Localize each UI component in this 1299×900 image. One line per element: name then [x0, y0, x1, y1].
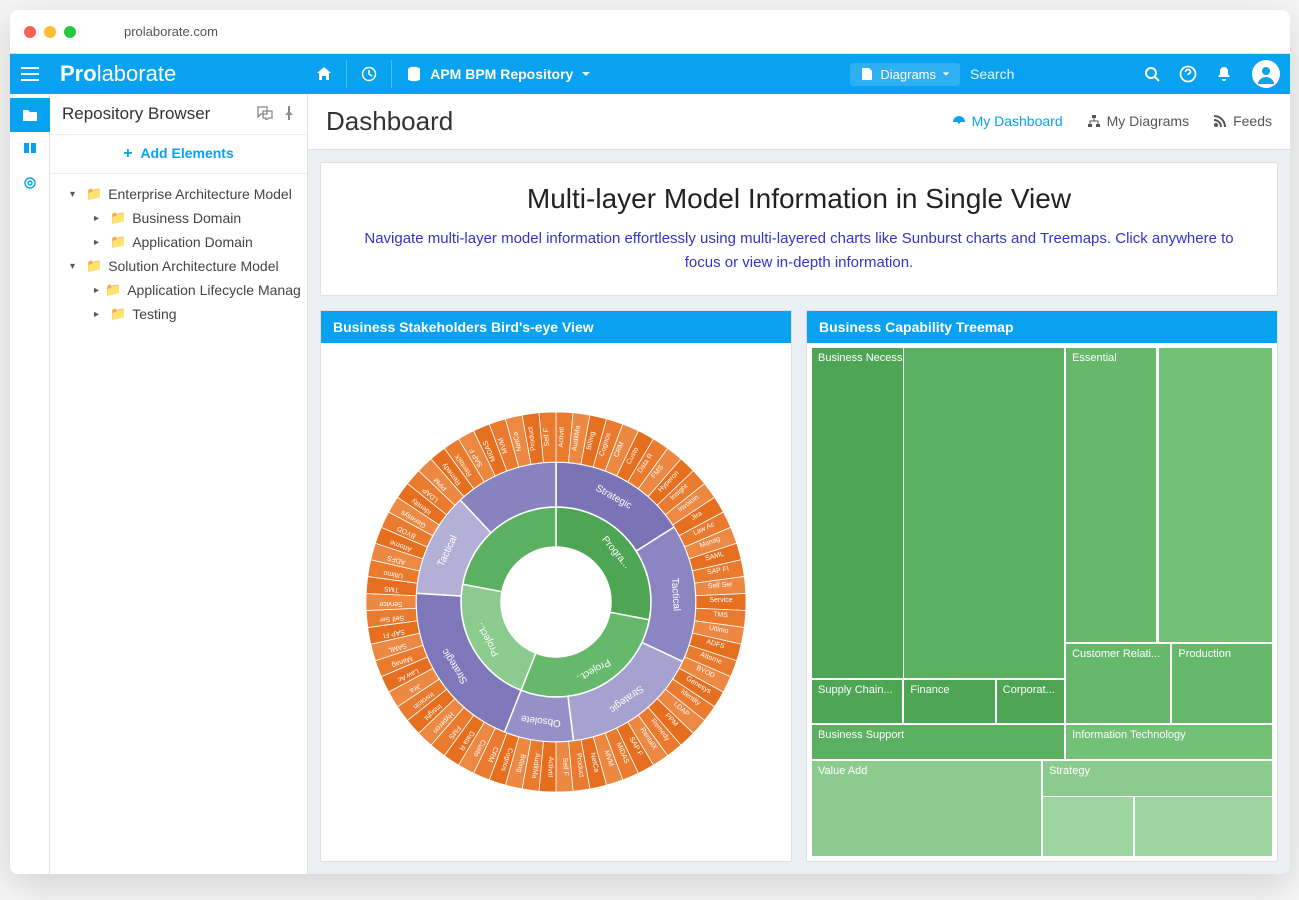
sunburst-panel: Business Stakeholders Bird's-eye View Pr…	[320, 310, 792, 862]
repository-tree: ▾📁Enterprise Architecture Model▸📁Busines…	[50, 174, 307, 334]
treemap-chart[interactable]: Business NecessitySupply Chain...Finance…	[811, 347, 1273, 857]
rail-folder-icon[interactable]	[10, 98, 50, 132]
address-bar[interactable]: prolaborate.com	[124, 24, 1276, 39]
chevron-down-icon	[942, 70, 950, 78]
tree-item[interactable]: ▾📁Solution Architecture Model	[58, 254, 299, 278]
treemap-cell[interactable]: Supply Chain...	[811, 679, 903, 725]
treemap-cell[interactable]	[1134, 796, 1273, 857]
search-input[interactable]	[970, 66, 1110, 82]
treemap-cell[interactable]: Essential	[1065, 347, 1157, 643]
dashboard-tabs: My Dashboard My Diagrams Feeds	[952, 113, 1272, 131]
rail-book-icon[interactable]	[10, 132, 50, 166]
clock-icon[interactable]	[351, 54, 387, 94]
repository-selector[interactable]: APM BPM Repository	[396, 66, 601, 82]
treemap-cell[interactable]: Information Technology	[1065, 724, 1273, 760]
repository-name: APM BPM Repository	[430, 66, 573, 82]
treemap-cell[interactable]	[1042, 796, 1134, 857]
treemap-cell[interactable]: Customer Relati...	[1065, 643, 1171, 725]
sidebar: Repository Browser + Add Elements ▾📁Ente…	[50, 94, 308, 874]
top-nav: Prolaborate APM BPM Repository Diagrams	[10, 54, 1290, 94]
treemap-cell[interactable]	[1158, 347, 1274, 643]
user-avatar[interactable]	[1252, 60, 1280, 88]
min-dot[interactable]	[44, 26, 56, 38]
treemap-cell[interactable]: Finance	[903, 679, 995, 725]
sidebar-title: Repository Browser	[62, 104, 210, 124]
treemap-cell[interactable]: Corporat...	[996, 679, 1065, 725]
max-dot[interactable]	[64, 26, 76, 38]
traffic-lights	[24, 26, 76, 38]
tree-item[interactable]: ▸📁Business Domain	[58, 206, 299, 230]
file-icon	[860, 67, 874, 81]
treemap-cell[interactable]: Production	[1171, 643, 1273, 725]
brand-logo[interactable]: Prolaborate	[50, 61, 186, 87]
home-icon[interactable]	[306, 54, 342, 94]
hero-banner: Multi-layer Model Information in Single …	[320, 162, 1278, 296]
rail-target-icon[interactable]	[10, 166, 50, 200]
treemap-panel: Business Capability Treemap Business Nec…	[806, 310, 1278, 862]
tab-my-diagrams[interactable]: My Diagrams	[1087, 113, 1189, 131]
menu-icon[interactable]	[10, 54, 50, 94]
search-box[interactable]	[970, 66, 1160, 82]
tree-item[interactable]: ▸📁Testing	[58, 302, 299, 326]
chat-icon[interactable]	[257, 106, 273, 123]
pin-icon[interactable]	[283, 106, 295, 123]
close-dot[interactable]	[24, 26, 36, 38]
sunburst-title: Business Stakeholders Bird's-eye View	[321, 311, 791, 343]
hero-title: Multi-layer Model Information in Single …	[349, 183, 1249, 215]
chevron-down-icon	[581, 69, 591, 79]
rail-bar	[10, 94, 50, 874]
search-icon[interactable]	[1144, 66, 1160, 82]
tree-item[interactable]: ▸📁Application Domain	[58, 230, 299, 254]
help-icon[interactable]	[1170, 54, 1206, 94]
diagrams-button[interactable]: Diagrams	[850, 63, 960, 86]
browser-chrome: prolaborate.com	[10, 10, 1290, 54]
treemap-title: Business Capability Treemap	[807, 311, 1277, 343]
treemap-cell[interactable]: Value Add	[811, 760, 1042, 857]
page-title: Dashboard	[326, 106, 453, 137]
add-elements-button[interactable]: + Add Elements	[50, 135, 307, 174]
tree-item[interactable]: ▸📁Application Lifecycle Manag	[58, 278, 299, 302]
sunburst-chart[interactable]: Progra...Project..Project..StrategicTact…	[356, 402, 756, 802]
tree-item[interactable]: ▾📁Enterprise Architecture Model	[58, 182, 299, 206]
treemap-cell[interactable]	[903, 347, 1065, 679]
hero-subtitle: Navigate multi-layer model information e…	[349, 227, 1249, 275]
bell-icon[interactable]	[1206, 54, 1242, 94]
tab-feeds[interactable]: Feeds	[1213, 113, 1272, 131]
tab-my-dashboard[interactable]: My Dashboard	[952, 113, 1063, 131]
treemap-cell[interactable]: Business Support	[811, 724, 1065, 760]
database-icon	[406, 66, 422, 82]
